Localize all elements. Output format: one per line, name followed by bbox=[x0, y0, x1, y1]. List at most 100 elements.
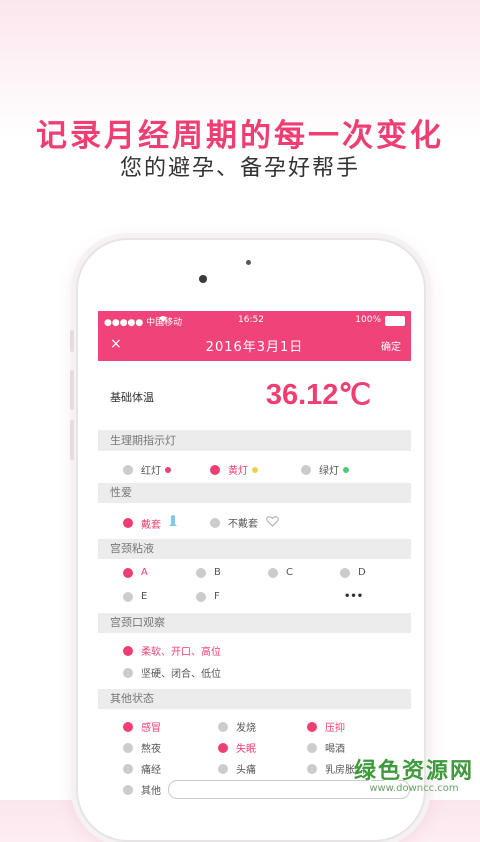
option-label: 痛经 bbox=[141, 765, 161, 776]
confirm-button[interactable]: 确定 bbox=[381, 338, 401, 353]
option-label: E bbox=[141, 591, 148, 602]
radio-dot bbox=[301, 464, 311, 475]
option-label: 柔软、开口、高位 bbox=[141, 647, 221, 658]
yellow-light-icon bbox=[252, 466, 258, 473]
radio-dot bbox=[307, 721, 317, 732]
option-cervix-hard[interactable]: 坚硬、闭合、低位 bbox=[123, 665, 221, 680]
option-mucus-e[interactable]: E bbox=[123, 591, 147, 602]
option-label: 失眠 bbox=[236, 744, 256, 755]
option-label: 绿灯 bbox=[319, 466, 339, 477]
option-label: 红灯 bbox=[141, 466, 161, 477]
date-title: 2016年3月1日 bbox=[205, 340, 304, 355]
option-no-condom[interactable]: 不戴套 bbox=[210, 515, 279, 530]
option-mucus-c[interactable]: C bbox=[268, 567, 293, 578]
watermark-main: 绿色资源网 bbox=[353, 759, 474, 784]
radio-dot bbox=[123, 591, 133, 602]
temperature-value[interactable]: 36.12℃ bbox=[266, 377, 371, 412]
option-drinking[interactable]: 喝酒 bbox=[307, 740, 345, 755]
option-red-light[interactable]: 红灯 bbox=[123, 462, 171, 477]
battery-icon bbox=[385, 316, 405, 326]
temperature-row[interactable]: 基础体温 36.12℃ bbox=[98, 361, 411, 431]
radio-dot bbox=[196, 591, 206, 602]
radio-dot bbox=[210, 464, 220, 475]
radio-dot bbox=[218, 721, 228, 732]
option-headache[interactable]: 头痛 bbox=[218, 761, 256, 776]
section-sex: 性爱 bbox=[98, 483, 411, 503]
radio-dot bbox=[123, 645, 133, 656]
carrier-text: ●●●●● 中国移动 bbox=[104, 318, 183, 328]
speaker-dot bbox=[246, 260, 251, 265]
option-label: C bbox=[286, 567, 293, 578]
radio-dot bbox=[123, 763, 133, 774]
more-options-icon[interactable]: ••• bbox=[344, 591, 363, 602]
option-period-pain[interactable]: 痛经 bbox=[123, 761, 161, 776]
option-depressed[interactable]: 压抑 bbox=[307, 719, 345, 734]
volume-up-button bbox=[70, 370, 74, 410]
option-mucus-d[interactable]: D bbox=[340, 567, 366, 578]
radio-dot bbox=[123, 464, 133, 475]
radio-dot bbox=[210, 517, 220, 528]
app-screen: ●●●●● 中国移动 16:52 100% × 2016年3月1日 确定 基础体… bbox=[98, 311, 411, 800]
option-mucus-f[interactable]: F bbox=[196, 591, 220, 602]
option-label: 发烧 bbox=[236, 723, 256, 734]
radio-dot bbox=[123, 518, 133, 528]
title-bar: × 2016年3月1日 确定 bbox=[98, 329, 411, 361]
option-mucus-b[interactable]: B bbox=[196, 567, 221, 578]
option-condom[interactable]: 戴套 bbox=[123, 515, 177, 531]
option-stay-up[interactable]: 熬夜 bbox=[123, 740, 161, 755]
volume-down-button bbox=[70, 420, 74, 460]
light-row: 红灯 黄灯 绿灯 bbox=[98, 451, 411, 483]
section-other: 其他状态 bbox=[98, 689, 411, 709]
watermark: 绿色资源网 www.downcc.com bbox=[354, 753, 474, 794]
mucus-row: A B C D E F ••• bbox=[98, 559, 411, 613]
option-label: 不戴套 bbox=[228, 519, 258, 530]
option-label: A bbox=[141, 567, 148, 578]
option-label: 头痛 bbox=[236, 765, 256, 776]
radio-dot bbox=[218, 763, 228, 774]
option-label: 坚硬、闭合、低位 bbox=[141, 669, 221, 680]
radio-dot bbox=[218, 742, 228, 753]
radio-dot bbox=[307, 763, 317, 774]
green-light-icon bbox=[343, 466, 349, 473]
camera-icon bbox=[199, 275, 207, 283]
radio-dot bbox=[123, 742, 133, 753]
option-other[interactable]: 其他 bbox=[123, 782, 161, 797]
radio-dot bbox=[268, 567, 278, 578]
option-label: D bbox=[358, 567, 366, 578]
option-insomnia[interactable]: 失眠 bbox=[218, 740, 256, 755]
option-label: 感冒 bbox=[141, 723, 161, 734]
option-label: 熬夜 bbox=[141, 744, 161, 755]
option-label: 压抑 bbox=[325, 723, 345, 734]
option-label: 其他 bbox=[141, 786, 161, 797]
section-cervix: 宫颈口观察 bbox=[98, 613, 411, 633]
option-yellow-light[interactable]: 黄灯 bbox=[210, 462, 258, 477]
radio-dot bbox=[340, 567, 350, 578]
red-light-icon bbox=[165, 466, 171, 473]
status-bar: ●●●●● 中国移动 16:52 100% bbox=[98, 311, 411, 329]
battery-text: 100% bbox=[355, 315, 381, 325]
radio-dot bbox=[123, 721, 133, 732]
radio-dot bbox=[307, 742, 317, 753]
option-fever[interactable]: 发烧 bbox=[218, 719, 256, 734]
option-mucus-a[interactable]: A bbox=[123, 567, 148, 578]
radio-dot bbox=[196, 567, 206, 578]
watermark-url: www.downcc.com bbox=[369, 783, 459, 794]
promo-headline: 记录月经周期的每一次变化 bbox=[36, 118, 444, 154]
heart-icon bbox=[266, 515, 279, 530]
section-mucus: 宫颈粘液 bbox=[98, 539, 411, 559]
radio-dot bbox=[123, 667, 133, 678]
wifi-icon bbox=[158, 315, 168, 326]
option-cold[interactable]: 感冒 bbox=[123, 719, 161, 734]
option-label: 黄灯 bbox=[228, 466, 248, 477]
promo-subheadline: 您的避孕、备孕好帮手 bbox=[119, 156, 360, 181]
option-label: 戴套 bbox=[141, 519, 161, 531]
option-cervix-soft[interactable]: 柔软、开口、高位 bbox=[123, 643, 221, 658]
option-green-light[interactable]: 绿灯 bbox=[301, 462, 349, 477]
radio-dot bbox=[123, 784, 133, 795]
sex-row: 戴套 不戴套 bbox=[98, 503, 411, 539]
condom-icon bbox=[169, 515, 177, 531]
mute-switch bbox=[70, 330, 74, 352]
radio-dot bbox=[123, 567, 133, 578]
temperature-label: 基础体温 bbox=[110, 391, 154, 404]
cervix-row: 柔软、开口、高位 坚硬、闭合、低位 bbox=[98, 633, 411, 689]
